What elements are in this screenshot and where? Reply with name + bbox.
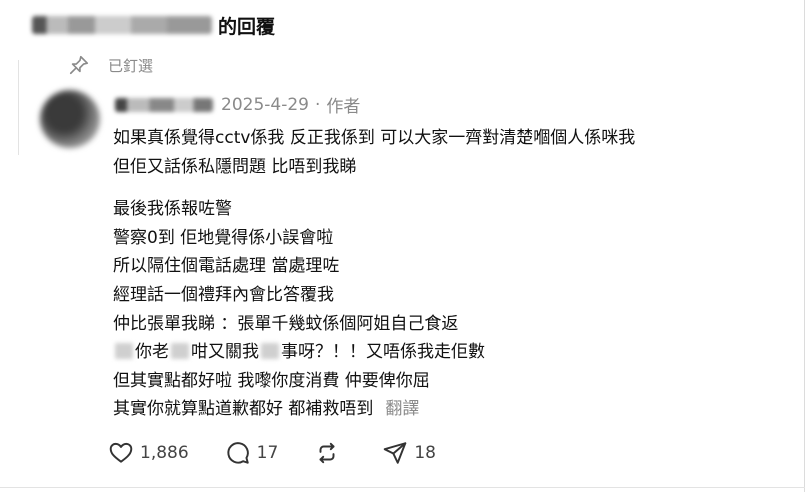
share-button[interactable]: 18 (382, 440, 436, 466)
like-button[interactable]: 1,886 (108, 440, 189, 466)
reply-header: 的回覆 (32, 8, 275, 42)
text-line: 經理話一個禮拜內會比答覆我 (113, 284, 334, 305)
blurred-author-name[interactable] (115, 97, 213, 112)
avatar[interactable] (40, 90, 100, 148)
header-title: 的回覆 (218, 15, 276, 38)
blurred-username (32, 16, 212, 34)
divider (0, 487, 805, 488)
text-line: 最後我係報咗警 (113, 199, 232, 220)
paragraph: 最後我係報咗警 警察0到 佢地覺得係小誤會啦 所以隔住個電話處理 當處理咗 經理… (113, 195, 753, 424)
text-fragment: 其實你就算點道歉都好 都補救唔到 (113, 399, 374, 420)
post-meta: 2025-4-29 · 作者 (115, 92, 360, 117)
thread-line (0, 60, 19, 155)
text-line: 所以隔住個電話處理 當處理咗 (113, 256, 340, 277)
action-bar: 1,886 17 18 (108, 440, 472, 466)
censor-mask (115, 343, 133, 360)
text-fragment: 咁又關我 (191, 342, 259, 363)
author-badge: 作者 (326, 97, 361, 117)
pin-icon (69, 55, 89, 75)
pinned-indicator: 已釘選 (68, 54, 153, 76)
meta-separator: · (314, 94, 321, 115)
share-count: 18 (414, 443, 436, 463)
censor-mask (261, 343, 279, 360)
translate-link[interactable]: 翻譯 (385, 399, 419, 419)
like-count: 1,886 (140, 443, 189, 463)
censor-mask (171, 343, 189, 360)
post-body: 如果真係覺得cctv係我 反正我係到 可以大家一齊對清楚嗰個人係咪我 但佢又話係… (113, 124, 753, 424)
repost-button[interactable] (314, 440, 346, 466)
post-date[interactable]: 2025-4-29 (221, 95, 309, 115)
comment-count: 17 (256, 443, 279, 463)
text-line: 仲比張單我睇 ：張單千幾蚊係個阿姐自己食返 (113, 313, 459, 334)
comment-button[interactable]: 17 (225, 440, 279, 466)
heart-icon (109, 442, 133, 463)
text-line: 但佢又話係私隱問題 比唔到我睇 (113, 156, 357, 177)
paragraph: 如果真係覺得cctv係我 反正我係到 可以大家一齊對清楚嗰個人係咪我 但佢又話係… (113, 124, 753, 181)
text-line: 但其實點都好啦 我嚟你度消費 仲要俾你屈 (113, 370, 430, 391)
repost-icon (319, 442, 335, 464)
pinned-label: 已釘選 (108, 56, 154, 75)
text-fragment: 你老 (135, 342, 169, 363)
text-line: 警察0到 佢地覺得係小誤會啦 (113, 227, 334, 248)
text-line-with-translate: 其實你就算點道歉都好 都補救唔到 翻譯 (113, 395, 753, 424)
text-fragment: 事呀？！！又唔係我走佢數 (281, 342, 485, 363)
comment-icon (227, 442, 249, 464)
send-icon (384, 442, 407, 464)
text-line-censored: 你老 咁又關我 事呀？！！又唔係我走佢數 (113, 338, 753, 367)
text-line: 如果真係覺得cctv係我 反正我係到 可以大家一齊對清楚嗰個人係咪我 (113, 128, 636, 148)
